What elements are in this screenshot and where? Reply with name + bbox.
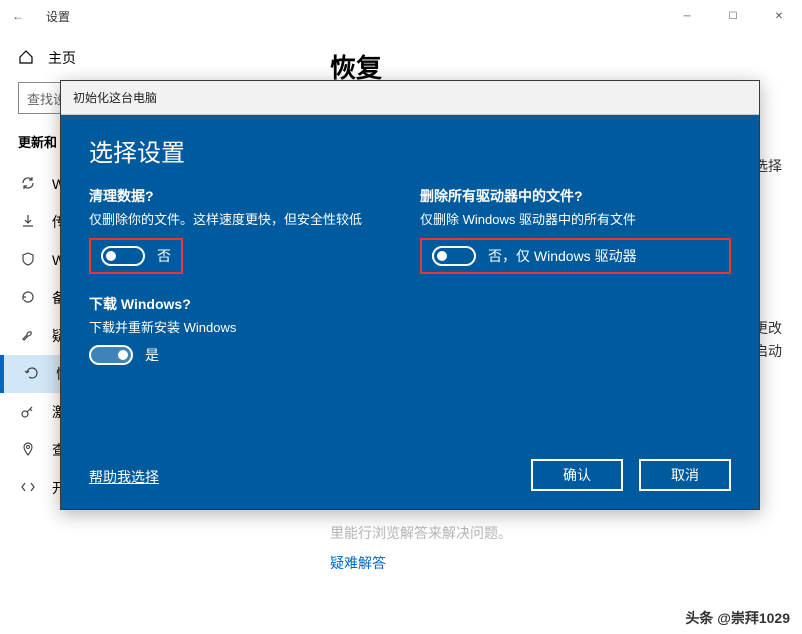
minimize-button[interactable]: ─ xyxy=(664,0,710,32)
download-icon xyxy=(20,213,36,232)
option-download-desc: 下载并重新安装 Windows xyxy=(89,318,400,338)
code-icon xyxy=(20,479,36,498)
recover-icon xyxy=(24,365,40,384)
watermark: 头条 @崇拜1029 xyxy=(685,608,790,628)
shield-icon xyxy=(20,251,36,270)
sync-icon xyxy=(20,175,36,194)
close-button[interactable]: ✕ xyxy=(756,0,802,32)
confirm-button[interactable]: 确认 xyxy=(531,459,623,491)
reset-dialog: 初始化这台电脑 选择设置 清理数据? 仅删除你的文件。这样速度更快，但安全性较低… xyxy=(60,80,760,510)
toggle-label: 否 xyxy=(157,246,171,266)
key-icon xyxy=(20,403,36,422)
dialog-title: 初始化这台电脑 xyxy=(61,81,759,115)
toggle-label: 否，仅 Windows 驱动器 xyxy=(488,246,637,266)
option-clean-data-question: 清理数据? xyxy=(89,186,400,206)
titlebar: ← 设置 ─ ☐ ✕ xyxy=(0,0,802,32)
toggle-label: 是 xyxy=(145,345,159,365)
sidebar-home[interactable]: 主页 xyxy=(18,48,292,68)
maximize-button[interactable]: ☐ xyxy=(710,0,756,32)
wrench-icon xyxy=(20,327,36,346)
option-all-drives-desc: 仅删除 Windows 驱动器中的所有文件 xyxy=(420,210,731,230)
option-download-question: 下载 Windows? xyxy=(89,294,400,314)
backup-icon xyxy=(20,289,36,308)
blur-text: 里能行浏览解答来解决问题。 xyxy=(330,522,782,544)
location-icon xyxy=(20,441,36,460)
back-icon[interactable]: ← xyxy=(12,9,30,23)
home-icon xyxy=(18,49,34,68)
highlight-box: 否，仅 Windows 驱动器 xyxy=(420,238,731,274)
toggle-download[interactable] xyxy=(89,345,133,365)
dialog-heading: 选择设置 xyxy=(89,133,731,168)
home-label: 主页 xyxy=(48,48,76,68)
option-clean-data-desc: 仅删除你的文件。这样速度更快，但安全性较低 xyxy=(89,210,400,230)
toggle-clean-data[interactable] xyxy=(101,246,145,266)
highlight-box: 否 xyxy=(89,238,183,274)
option-all-drives-question: 删除所有驱动器中的文件? xyxy=(420,186,731,206)
toggle-all-drives[interactable] xyxy=(432,246,476,266)
cancel-button[interactable]: 取消 xyxy=(639,459,731,491)
help-link[interactable]: 帮助我选择 xyxy=(89,467,159,487)
troubleshoot-link[interactable]: 疑难解答 xyxy=(330,553,386,573)
